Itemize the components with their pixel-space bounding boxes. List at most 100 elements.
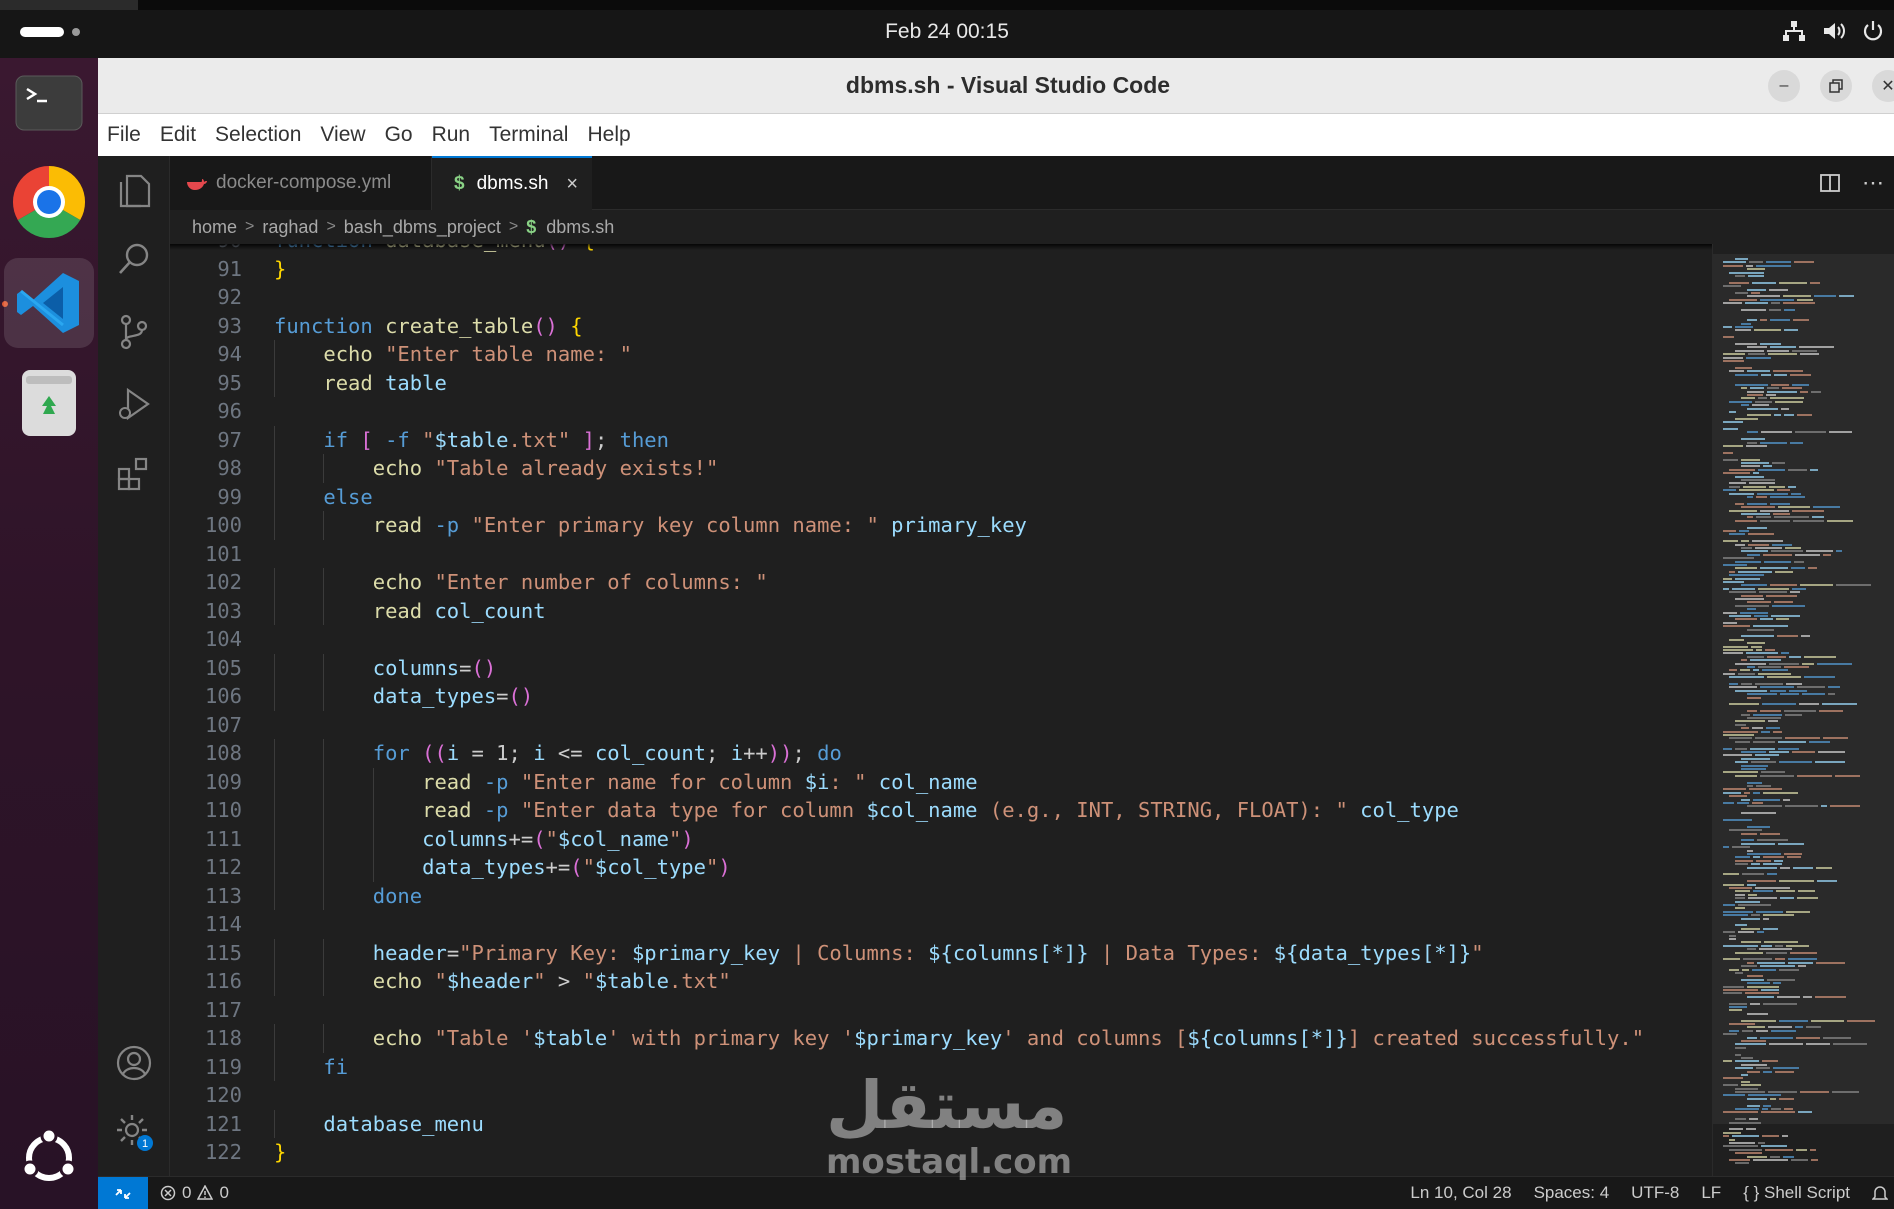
dock-terminal[interactable] <box>0 68 98 138</box>
minimap-line <box>1747 319 1757 322</box>
menu-file[interactable]: File <box>107 123 141 147</box>
code-line[interactable]: 112 data_types+=("$col_type") <box>170 853 1712 882</box>
menu-run[interactable]: Run <box>432 123 471 147</box>
minimap-line <box>1723 472 1750 475</box>
minimap-line <box>1781 652 1789 655</box>
code-line[interactable]: 115 header="Primary Key: $primary_key | … <box>170 938 1712 967</box>
menu-selection[interactable]: Selection <box>215 123 301 147</box>
volume-icon[interactable] <box>1822 20 1846 42</box>
indentation[interactable]: Spaces: 4 <box>1534 1183 1610 1203</box>
minimap-line <box>1800 353 1819 356</box>
cursor-position[interactable]: Ln 10, Col 28 <box>1410 1183 1511 1203</box>
close-tab-icon[interactable]: × <box>566 173 578 196</box>
dock-trash[interactable] <box>0 363 98 443</box>
menu-go[interactable]: Go <box>385 123 413 147</box>
code-line[interactable]: 104 <box>170 625 1712 654</box>
minimap-line <box>1729 1002 1747 1005</box>
menu-help[interactable]: Help <box>587 123 630 147</box>
code-line[interactable]: 96 <box>170 397 1712 426</box>
code-line[interactable]: 109 read -p "Enter name for column $i: "… <box>170 767 1712 796</box>
minimap-line <box>1765 649 1775 651</box>
minimap-line <box>1732 846 1750 849</box>
problems-indicator[interactable]: 0 0 <box>160 1183 229 1203</box>
code-line[interactable]: 116 echo "$header" > "$table.txt" <box>170 967 1712 996</box>
minimap-line <box>1729 485 1740 488</box>
minimap-line <box>1783 798 1790 801</box>
menu-view[interactable]: View <box>320 123 365 147</box>
minimap-line <box>1833 1043 1867 1046</box>
minimap-line <box>1741 397 1755 400</box>
code-line[interactable]: 98 echo "Table already exists!" <box>170 454 1712 483</box>
minimize-button[interactable]: – <box>1768 70 1800 102</box>
code-line[interactable]: 100 read -p "Enter primary key column na… <box>170 511 1712 540</box>
extensions-button[interactable] <box>98 456 170 492</box>
run-debug-icon <box>119 387 150 421</box>
code-line[interactable]: 108 for ((i = 1; i <= col_count; i++)); … <box>170 739 1712 768</box>
dock-chrome[interactable] <box>0 162 98 242</box>
minimap-line <box>1839 295 1854 298</box>
minimap-line <box>1793 519 1824 522</box>
power-icon[interactable] <box>1862 20 1884 42</box>
minimap-line <box>1723 652 1743 655</box>
code-editor[interactable]: 90function database_menu() {91}9293funct… <box>170 244 1712 1176</box>
code-line[interactable]: 113 done <box>170 881 1712 910</box>
dock-show-apps[interactable] <box>0 1118 98 1198</box>
code-line[interactable]: 97 if [ -f "$table.txt" ]; then <box>170 425 1712 454</box>
manage-button[interactable]: 1 <box>98 1112 170 1152</box>
language-mode[interactable]: { } Shell Script <box>1743 1183 1850 1203</box>
encoding[interactable]: UTF-8 <box>1631 1183 1679 1203</box>
minimap[interactable] <box>1712 244 1894 1176</box>
code-line[interactable]: 107 <box>170 711 1712 740</box>
tab-dbms-sh[interactable]: $ dbms.sh × <box>432 156 592 210</box>
activity-bar: 1 <box>98 156 170 1176</box>
accounts-button[interactable] <box>98 1044 170 1082</box>
code-line[interactable]: 105 columns=() <box>170 653 1712 682</box>
tab-docker-compose[interactable]: docker-compose.yml <box>170 156 432 210</box>
code-line[interactable]: 101 <box>170 540 1712 569</box>
code-line[interactable]: 91} <box>170 255 1712 284</box>
minimap-line <box>1747 805 1782 808</box>
minimap-line <box>1741 513 1770 515</box>
system-tray[interactable] <box>1782 20 1884 42</box>
code-text: header="Primary Key: $primary_key | Colu… <box>372 940 1484 965</box>
clock[interactable]: Feb 24 00:15 <box>0 20 1894 44</box>
breadcrumb-home[interactable]: home <box>192 217 237 238</box>
code-line[interactable]: 95 read table <box>170 368 1712 397</box>
run-debug-button[interactable] <box>98 386 170 422</box>
minimap-line <box>1723 931 1735 934</box>
code-line[interactable]: 102 echo "Enter number of columns: " <box>170 568 1712 597</box>
code-line[interactable]: 110 read -p "Enter data type for column … <box>170 796 1712 825</box>
minimap-line <box>1755 547 1782 549</box>
menu-terminal[interactable]: Terminal <box>489 123 568 147</box>
minimap-line <box>1723 672 1735 675</box>
code-line[interactable]: 118 echo "Table '$table' with primary ke… <box>170 1024 1712 1053</box>
split-editor-icon[interactable] <box>1820 173 1840 193</box>
breadcrumb-raghad[interactable]: raghad <box>262 217 318 238</box>
title-bar[interactable]: dbms.sh - Visual Studio Code – ✕ <box>98 58 1894 114</box>
code-line[interactable]: 103 read col_count <box>170 596 1712 625</box>
code-line[interactable]: 117 <box>170 996 1712 1025</box>
dock-vscode[interactable] <box>4 258 94 348</box>
code-line[interactable]: 93 function create_table() { <box>170 312 1712 341</box>
minimap-line <box>1786 944 1809 947</box>
code-line[interactable]: 94 echo "Enter table name: " <box>170 340 1712 369</box>
bell-icon[interactable] <box>1872 1184 1888 1202</box>
minimap-line <box>1802 693 1825 696</box>
code-line[interactable]: 111 columns+=("$col_name") <box>170 824 1712 853</box>
line-ending[interactable]: LF <box>1701 1183 1721 1203</box>
network-icon[interactable] <box>1782 20 1806 42</box>
source-control-button[interactable] <box>98 314 170 350</box>
error-icon <box>160 1185 176 1201</box>
code-line[interactable]: 114 <box>170 910 1712 939</box>
breadcrumb-file[interactable]: dbms.sh <box>546 217 614 238</box>
code-line[interactable]: 106 data_types=() <box>170 682 1712 711</box>
code-line[interactable]: 99 else <box>170 482 1712 511</box>
remote-button[interactable] <box>98 1177 148 1209</box>
more-actions-icon[interactable]: ⋯ <box>1862 170 1884 196</box>
restore-button[interactable] <box>1820 70 1852 102</box>
breadcrumb-project[interactable]: bash_dbms_project <box>344 217 501 238</box>
menu-edit[interactable]: Edit <box>160 123 196 147</box>
explorer-button[interactable] <box>98 170 170 208</box>
code-line[interactable]: 92 <box>170 283 1712 312</box>
search-button[interactable] <box>98 242 170 276</box>
